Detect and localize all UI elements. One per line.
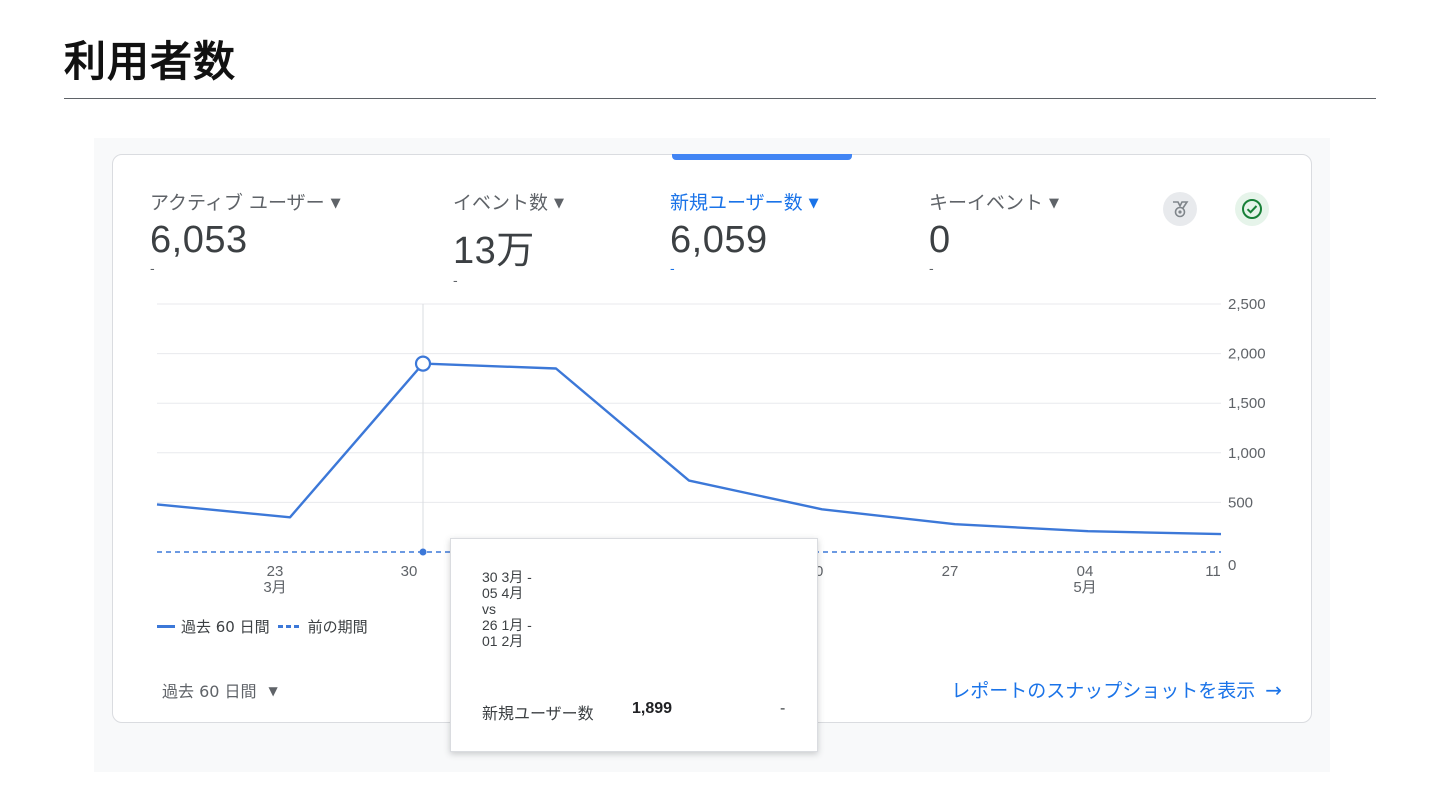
x-tick-label: 11 [1205, 563, 1221, 580]
tooltip-metric-delta: - [780, 700, 786, 717]
y-tick-label: 2,500 [1228, 296, 1266, 313]
x-tick-label: 04 [1077, 563, 1094, 580]
view-report-snapshot-link[interactable]: レポートのスナップショットを表示 → [951, 676, 1282, 703]
legend-previous-label: 前の期間 [307, 618, 368, 636]
tooltip-vs-line: vs [482, 601, 496, 617]
legend-current-label: 過去 60 日間 [181, 618, 270, 636]
date-range-dropdown[interactable]: 過去 60 日間 ▼ [162, 678, 278, 702]
hover-point-previous [419, 548, 427, 556]
caret-down-icon: ▼ [268, 684, 278, 698]
series-line-current [156, 362, 1222, 536]
tooltip-date-line: 01 2月 [482, 633, 524, 649]
snapshot-link-label: レポートのスナップショットを表示 [951, 680, 1256, 702]
tooltip-date-line: 30 3月 - [482, 569, 532, 585]
legend-solid-swatch [157, 625, 175, 628]
y-tick-label: 2,000 [1228, 346, 1266, 363]
hover-point-current [414, 355, 432, 372]
y-tick-label: 500 [1228, 494, 1253, 511]
y-tick-label: 1,500 [1228, 395, 1266, 412]
chart-legend: 過去 60 日間 前の期間 [157, 616, 368, 637]
x-tick-month-label: 5月 [1073, 579, 1096, 596]
chart-tooltip: 30 3月 - 05 4月 vs 26 1月 - 01 2月 新規ユーザー数 1… [450, 538, 818, 752]
y-tick-label: 1,000 [1228, 445, 1266, 462]
tooltip-metric-value: 1,899 [632, 700, 673, 717]
tooltip-metric-label: 新規ユーザー数 [482, 706, 594, 723]
arrow-right-icon: → [1265, 678, 1282, 702]
tooltip-date-line: 26 1月 - [482, 617, 532, 633]
date-range-label: 過去 60 日間 [162, 682, 257, 701]
x-tick-label: 27 [942, 563, 959, 580]
tooltip-date-line: 05 4月 [482, 585, 524, 601]
legend-dashed-swatch [277, 625, 302, 628]
x-tick-label: 30 [401, 563, 418, 580]
x-tick-label: 23 [267, 563, 284, 580]
x-tick-month-label: 3月 [263, 579, 286, 596]
y-tick-label: 0 [1228, 557, 1236, 574]
